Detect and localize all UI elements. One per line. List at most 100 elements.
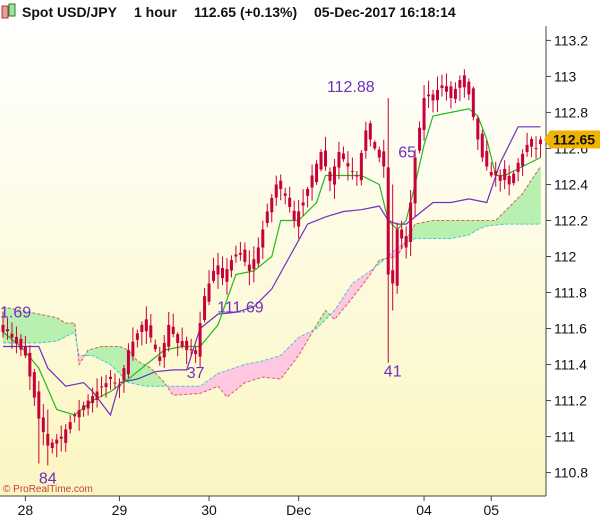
cloud-bull-segment [488,220,492,227]
candle-body [77,410,81,418]
candle-body [525,144,529,152]
candle-body [59,436,63,439]
y-tick-label: 112 [554,248,577,264]
candle-body [359,152,363,181]
candle-body [158,356,162,361]
cloud-bear-segment [228,368,232,396]
cloud-bear-segment [251,362,255,381]
candle-body [171,326,175,334]
timeframe-label: 1 hour [134,4,177,20]
price-change-label: 112.65 (+0.13%) [194,4,297,20]
cloud-bear-segment [260,360,264,379]
cloud-bear-segment [226,369,230,398]
candle-body [1,324,5,333]
cloud-bull-segment [65,322,69,338]
candle-body [418,127,422,151]
cloud-bull-segment [112,346,116,370]
candle-body [485,151,489,167]
candle-body [315,163,319,183]
chart-header: Spot USD/JPY 1 hour 112.65 (+0.13%) 05-D… [1,3,456,20]
candle-body [104,383,108,388]
candle-body [261,229,265,248]
cloud-bear-segment [284,348,288,374]
cloud-bull-segment [529,179,532,225]
candle-body [50,442,54,448]
y-tick-label: 113.2 [554,32,588,48]
cloud-bear-segment [244,363,248,384]
candle-body [494,170,498,176]
candle-body [73,414,77,417]
cloud-bull-segment [137,360,140,386]
candle-body [516,162,520,173]
candle-body [140,324,144,332]
candle-body [37,391,41,419]
cloud-bull-segment [38,313,42,344]
candle-body [288,197,292,207]
candle-body [220,267,224,279]
candle-body [144,319,148,332]
candle-body [404,236,408,248]
cloud-bull-segment [473,220,476,233]
x-tick-label: 30 [201,502,217,518]
cloud-bull-segment [538,165,541,225]
cloud-bear-segment [262,359,266,378]
y-tick-label: 110.8 [554,465,588,481]
cloud-bear-segment [199,384,203,394]
candle-body [435,89,439,101]
cloud-bear-segment [275,355,279,380]
cloud-bear-segment [242,364,246,386]
candle-body [198,323,202,357]
cloud-bear-segment [264,359,268,378]
cloud-bear-segment [293,339,297,363]
candle-body [391,270,395,284]
candle-body [216,265,220,275]
candle-body [100,386,104,388]
price-annotation: 41 [384,364,402,381]
cloud-bull-segment [105,346,109,364]
candle-body [46,433,50,446]
candle-body [149,325,153,338]
cloud-bear-segment [246,363,250,383]
cloud-bull-segment [477,220,481,230]
x-tick-label: 28 [18,502,34,518]
cloud-bull-segment [524,185,528,225]
cloud-bull-segment [490,220,494,226]
cloud-bull-segment [446,220,449,239]
y-tick-label: 113 [554,68,577,84]
cloud-bull-segment [443,220,447,239]
cloud-bear-segment [258,361,261,379]
candle-body [122,368,126,381]
cloud-bear-segment [280,352,284,380]
candle-body [413,157,417,204]
cloud-bull-segment [139,361,143,386]
cloud-bear-segment [215,372,219,388]
candle-body [113,382,117,384]
candle-body [68,422,72,430]
cloud-bull-segment [31,312,35,344]
candle-body [86,400,90,409]
cloud-bull-segment [63,321,66,339]
chart-root: 1.69 84 37 111.69 112.88 41 65 113.2 113 112.8 11… [0,0,600,519]
candle-body [126,350,130,375]
cloud-bull-segment [108,346,111,365]
chart-toggle-icon[interactable] [1,3,16,19]
cloud-bull-segment [486,220,490,227]
cloud-bull-segment [535,168,539,225]
cloud-bull-segment [52,316,55,342]
cloud-bear-segment [177,385,181,396]
cloud-bear-segment [249,362,252,382]
candle-body [247,264,251,271]
cloud-bull-segment [72,322,75,334]
candle-body [265,211,269,224]
cloud-bull-segment [437,220,440,239]
cloud-bull-segment [526,182,530,225]
candle-body [301,202,305,206]
candle-body [23,346,27,356]
cloud-bear-segment [235,366,239,391]
candle-body [229,260,233,271]
candle-body [270,197,274,213]
cloud-bear-segment [287,345,290,372]
cloud-bear-segment [253,361,257,381]
cloud-bull-segment [34,312,37,344]
cloud-bull-segment [110,346,113,368]
